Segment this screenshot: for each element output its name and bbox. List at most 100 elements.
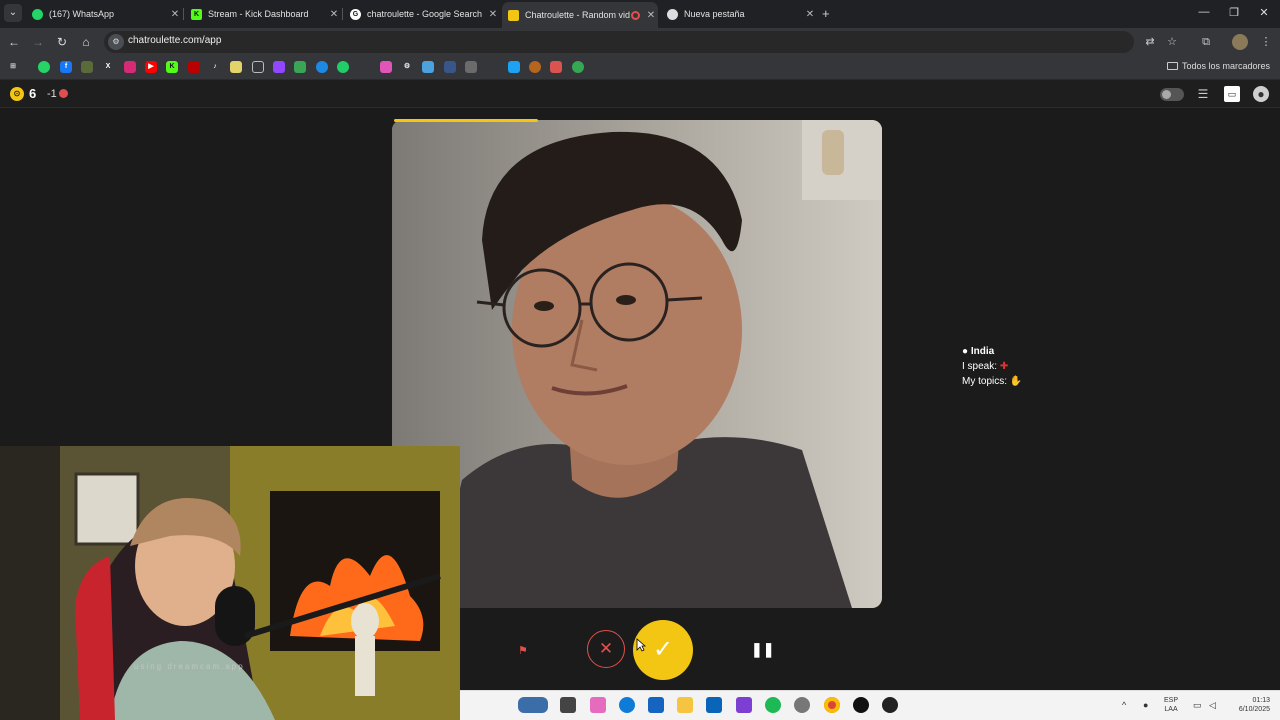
- settings-sliders-icon[interactable]: ☰: [1195, 86, 1211, 102]
- tab-divider: [342, 8, 343, 20]
- bookmark-icon[interactable]: [508, 61, 520, 73]
- clock[interactable]: 01:13 6/10/2025: [1226, 696, 1270, 714]
- bookmark-icon[interactable]: [572, 61, 584, 73]
- tab-google-search[interactable]: G chatroulette - Google Search ✕: [344, 3, 500, 25]
- bookmark-icon[interactable]: [337, 61, 349, 73]
- bookmark-kick-icon[interactable]: K: [166, 61, 178, 73]
- windows-taskbar: ^ ● ESP LAA ▭ ◁ 01:13 6/10/2025: [460, 690, 1280, 720]
- home-icon[interactable]: ⌂: [78, 34, 94, 50]
- spotify-icon[interactable]: [765, 697, 781, 713]
- extensions-icon[interactable]: ⧉: [1198, 34, 1214, 50]
- browser-toolbar: ← → ↻ ⌂ ⚙ chatroulette.com/app ⇄ ☆ ⧉ ⋮: [0, 28, 1280, 56]
- lang-bottom: LAA: [1164, 706, 1178, 713]
- bookmark-icon[interactable]: [529, 61, 541, 73]
- folder-icon[interactable]: [677, 697, 693, 713]
- bookmark-x-icon[interactable]: X: [102, 61, 114, 73]
- translate-icon[interactable]: ⇄: [1142, 34, 1158, 50]
- webcam-watermark: using dreamcam.app: [134, 662, 245, 671]
- bookmark-youtube-icon[interactable]: ▶: [145, 61, 157, 73]
- bookmark-whatsapp-icon[interactable]: [38, 61, 50, 73]
- bookmark-icon[interactable]: [444, 61, 456, 73]
- bookmark-netflix-icon[interactable]: [188, 61, 200, 73]
- kick-icon: K: [191, 8, 202, 20]
- minimize-icon[interactable]: —: [1194, 6, 1214, 18]
- bookmark-tiktok-icon[interactable]: ♪: [209, 61, 221, 73]
- report-flag-icon[interactable]: ⚑: [518, 644, 528, 657]
- tray-chevron-icon[interactable]: ^: [1122, 700, 1126, 710]
- coin-icon: ⊙: [10, 87, 24, 101]
- chrome-icon[interactable]: [824, 697, 840, 713]
- tab-chatroulette[interactable]: Chatroulette - Random vid ✕: [502, 2, 658, 28]
- bookmark-icon[interactable]: [465, 61, 477, 73]
- flag-uk-icon: ✚: [999, 361, 1009, 372]
- url-text: chatroulette.com/app: [128, 35, 222, 46]
- bookmark-icon[interactable]: ⚙: [401, 61, 413, 73]
- copilot-icon[interactable]: [590, 697, 606, 713]
- google-icon: G: [350, 8, 361, 20]
- pause-button[interactable]: ❚❚: [751, 641, 774, 657]
- obs-icon[interactable]: [882, 697, 898, 713]
- language-indicator[interactable]: ESP LAA: [1164, 696, 1178, 714]
- profile-avatar-icon[interactable]: [1232, 34, 1248, 50]
- restore-icon[interactable]: ❐: [1224, 6, 1244, 19]
- menu-kebab-icon[interactable]: ⋮: [1258, 34, 1274, 50]
- coin-count: 6: [29, 86, 37, 101]
- mouse-cursor-icon: [636, 638, 646, 652]
- forward-icon[interactable]: →: [30, 34, 46, 50]
- filter-toggle[interactable]: [1160, 88, 1184, 101]
- flag-india-icon: ●: [962, 346, 969, 357]
- tab-search-button[interactable]: ⌄: [4, 4, 22, 22]
- user-profile-icon[interactable]: ●: [1253, 86, 1269, 102]
- bookmarks-bar: ⊞ f X ▶ K ♪ ⚙ Todos los marcadores: [0, 56, 1280, 80]
- bookmark-icon[interactable]: [550, 61, 562, 73]
- bookmark-star-icon[interactable]: ☆: [1164, 34, 1180, 50]
- webcam-image: [0, 446, 460, 720]
- site-info-icon[interactable]: ⚙: [108, 34, 124, 50]
- edge-icon[interactable]: [619, 697, 635, 713]
- bookmark-facebook-icon[interactable]: f: [60, 61, 72, 73]
- bookmark-twitch-icon[interactable]: [273, 61, 285, 73]
- tab-whatsapp[interactable]: (167) WhatsApp ✕: [26, 3, 182, 25]
- close-tab-icon[interactable]: ✕: [168, 9, 182, 20]
- window-close-icon[interactable]: ✕: [1254, 6, 1274, 19]
- bookmark-icon[interactable]: [358, 61, 370, 73]
- volume-icon[interactable]: ◁: [1209, 700, 1216, 711]
- reload-icon[interactable]: ↻: [54, 34, 70, 50]
- settings-gear-icon[interactable]: [794, 697, 810, 713]
- address-bar[interactable]: ⚙ chatroulette.com/app: [104, 31, 1134, 53]
- clock-date: 6/10/2025: [1238, 706, 1270, 713]
- close-tab-icon[interactable]: ✕: [644, 10, 658, 21]
- close-tab-icon[interactable]: ✕: [327, 9, 341, 20]
- bookmark-instagram-icon[interactable]: [124, 61, 136, 73]
- skip-button[interactable]: ✕: [587, 630, 625, 668]
- back-icon[interactable]: ←: [6, 34, 22, 50]
- bookmark-icon[interactable]: [230, 61, 242, 73]
- outlook-icon[interactable]: [706, 697, 722, 713]
- close-tab-icon[interactable]: ✕: [803, 9, 817, 20]
- bookmark-icon[interactable]: [380, 61, 392, 73]
- file-explorer-icon[interactable]: [560, 697, 576, 713]
- bookmark-icon[interactable]: [294, 61, 306, 73]
- bookmark-icon[interactable]: [316, 61, 328, 73]
- app-icon[interactable]: [853, 697, 869, 713]
- all-bookmarks-folder[interactable]: Todos los marcadores: [1166, 61, 1270, 71]
- store-icon[interactable]: [648, 697, 664, 713]
- tab-kick-dashboard[interactable]: K Stream - Kick Dashboard ✕: [185, 3, 341, 25]
- bookmark-icon[interactable]: [252, 61, 264, 73]
- apps-grid-icon[interactable]: ⊞: [7, 61, 19, 73]
- recording-icon: [631, 10, 640, 20]
- new-tab-button[interactable]: +: [822, 6, 830, 21]
- microphone-icon[interactable]: ●: [1143, 700, 1148, 710]
- chrome-icon: [667, 8, 678, 20]
- network-icon[interactable]: ▭: [1193, 700, 1202, 711]
- bookmark-icon[interactable]: [422, 61, 434, 73]
- bookmark-icon[interactable]: [486, 61, 498, 73]
- close-tab-icon[interactable]: ✕: [486, 9, 500, 20]
- widgets-icon[interactable]: [518, 697, 548, 713]
- bookmark-icon[interactable]: [81, 61, 93, 73]
- partner-info: ● India I speak: ✚ My topics: ✋: [962, 344, 1022, 389]
- clipchamp-icon[interactable]: [736, 697, 752, 713]
- chat-icon[interactable]: ▭: [1224, 86, 1240, 102]
- browser-tab-bar: ⌄ (167) WhatsApp ✕ K Stream - Kick Dashb…: [0, 0, 1280, 28]
- tab-new-tab[interactable]: Nueva pestaña ✕: [661, 3, 817, 25]
